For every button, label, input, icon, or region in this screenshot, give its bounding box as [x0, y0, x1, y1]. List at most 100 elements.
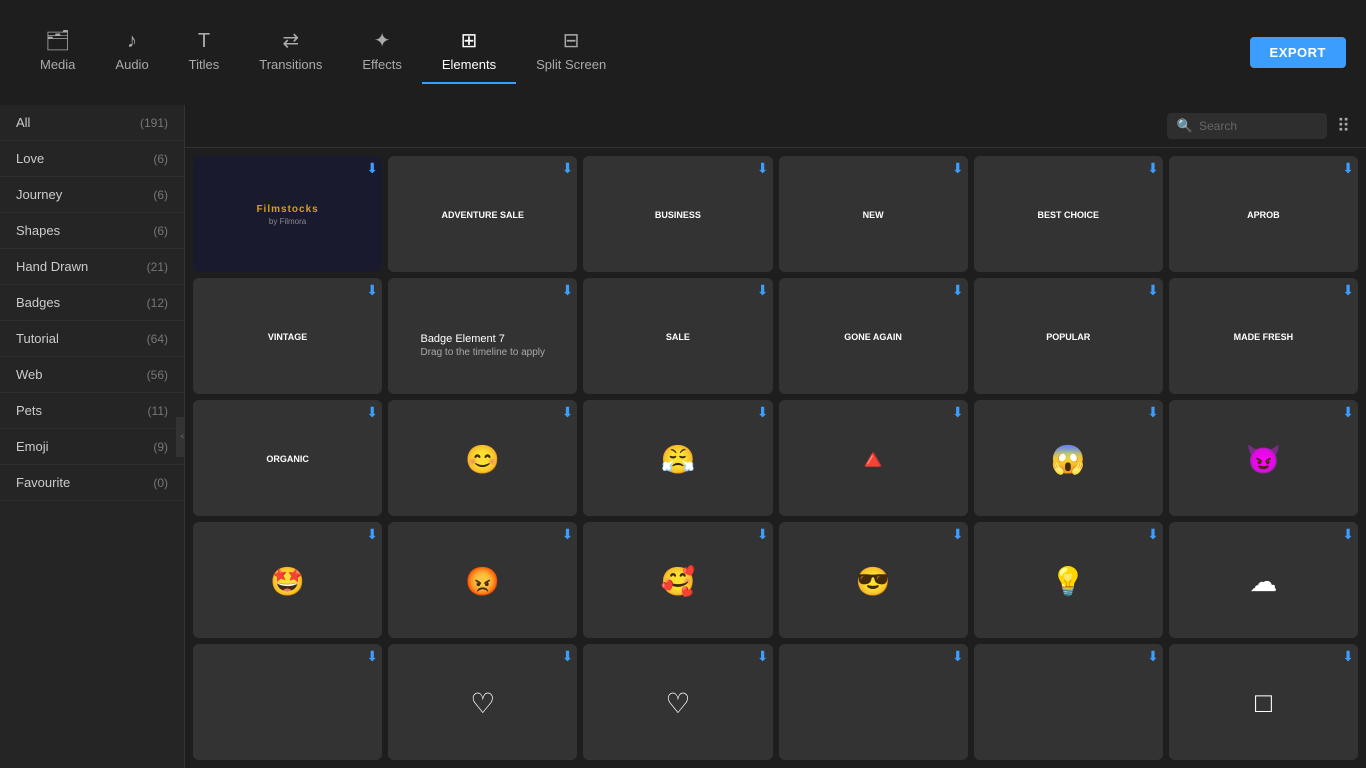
sidebar-item-count: (6) [153, 188, 168, 202]
grid-item-3[interactable]: BUSINESS ⬇ Badge Element 2 [583, 156, 772, 272]
badge-text: ORGANIC [262, 450, 313, 468]
grid-item-7[interactable]: VINTAGE ⬇ Badge Element 6 [193, 278, 382, 394]
thumbnail: 😡 ⬇ [388, 522, 577, 638]
nav-tab-transitions[interactable]: ⇄ Transitions [239, 21, 342, 84]
grid-item-29[interactable]: ⬇ Element...ddrawn 7 [974, 644, 1163, 760]
export-button[interactable]: EXPORT [1250, 37, 1346, 68]
sidebar-item-love[interactable]: Love (6) [0, 141, 184, 177]
grid-item-24[interactable]: ☁ ⬇ Element...ddrawn 2 [1169, 522, 1358, 638]
download-icon: ⬇ [366, 404, 378, 421]
download-icon: ⬇ [562, 160, 574, 177]
grid-item-27[interactable]: ♡ ⬇ Element...ddrawn 5 [583, 644, 772, 760]
search-icon: 🔍 [1177, 118, 1193, 134]
nav-tabs: 🗂 Media ♪ Audio T Titles ⇄ Transitions ✦… [20, 21, 626, 84]
titles-icon: T [198, 31, 210, 51]
transitions-icon: ⇄ [282, 31, 299, 51]
download-icon: ⬇ [562, 282, 574, 299]
thumbnail: Premium ⬇ Badge Element 7 Drag to the ti… [388, 278, 577, 394]
sidebar-item-count: (11) [148, 404, 168, 418]
download-icon: ⬇ [1342, 648, 1354, 665]
grid-item-4[interactable]: NEW ⬇ Badge Element 3 [779, 156, 968, 272]
nav-tab-splitscreen[interactable]: ⊟ Split Screen [516, 21, 626, 84]
grid-item-30[interactable]: □ ⬇ Element...ddrawn 8 [1169, 644, 1358, 760]
grid-item-5[interactable]: Best Choice ⬇ Badge Element 4 [974, 156, 1163, 272]
grid-item-12[interactable]: MADE FRESH ⬇ Badge Element 11 [1169, 278, 1358, 394]
grid-item-18[interactable]: 😈 ⬇ Element Emoji 5 [1169, 400, 1358, 516]
sidebar-item-favourite[interactable]: Favourite (0) [0, 465, 184, 501]
nav-tab-media[interactable]: 🗂 Media [20, 21, 95, 84]
nav-tab-effects[interactable]: ✦ Effects [342, 21, 422, 84]
grid-item-26[interactable]: ♡ ⬇ Element...ddrawn 4 [388, 644, 577, 760]
sidebar-item-count: (12) [147, 296, 168, 310]
download-icon: ⬇ [366, 648, 378, 665]
badge-text: VINTAGE [264, 328, 311, 346]
sidebar-collapse-handle[interactable]: ◁ [176, 417, 185, 457]
badge-text: NEW [859, 206, 888, 224]
grid-item-8[interactable]: Premium ⬇ Badge Element 7 Drag to the ti… [388, 278, 577, 394]
grid-item-21[interactable]: 🥰 ⬇ Element Emoji 8 [583, 522, 772, 638]
content-toolbar: 🔍 ⠿ [185, 105, 1366, 148]
grid-item-14[interactable]: 😊 ⬇ Element Emoji 1 [388, 400, 577, 516]
effects-icon: ✦ [374, 31, 391, 51]
sidebar-item-tutorial[interactable]: Tutorial (64) [0, 321, 184, 357]
download-icon: ⬇ [757, 404, 769, 421]
thumbnail: ORGANIC ⬇ [193, 400, 382, 516]
nav-tab-audio[interactable]: ♪ Audio [95, 21, 168, 84]
download-icon: ⬇ [757, 282, 769, 299]
badge-text: POPULAR [1042, 328, 1094, 346]
thumbnail: ☁ ⬇ [1169, 522, 1358, 638]
sidebar-item-all[interactable]: All (191) [0, 105, 184, 141]
sidebar-item-emoji[interactable]: Emoji (9) [0, 429, 184, 465]
grid-item-10[interactable]: Gone Again ⬇ Badge Element 9 [779, 278, 968, 394]
thumbnail: 🥰 ⬇ [583, 522, 772, 638]
grid-item-13[interactable]: ORGANIC ⬇ Badge Element 12 [193, 400, 382, 516]
grid-item-6[interactable]: APROB ⬇ Badge Element 5 [1169, 156, 1358, 272]
emoji-icon: 😤 [660, 443, 695, 476]
grid-item-25[interactable]: ⬇ Element...ddrawn 3 [193, 644, 382, 760]
grid-item-22[interactable]: 😎 ⬇ Element Emoji 9 [779, 522, 968, 638]
download-icon: ⬇ [366, 160, 378, 177]
elements-icon: ⊞ [461, 31, 478, 51]
grid-item-2[interactable]: ADVENTURE SALE ⬇ Badge Element 1 [388, 156, 577, 272]
grid-item-20[interactable]: 😡 ⬇ Element Emoji 7 [388, 522, 577, 638]
thumbnail: Gone Again ⬇ [779, 278, 968, 394]
sidebar-item-hand-drawn[interactable]: Hand Drawn (21) [0, 249, 184, 285]
thumbnail: 😊 ⬇ [388, 400, 577, 516]
badge-text: Premium [457, 328, 508, 346]
thumbnail: 😈 ⬇ [1169, 400, 1358, 516]
download-icon: ⬇ [1147, 526, 1159, 543]
grid-item-9[interactable]: SALE ⬇ Badge Element 8 [583, 278, 772, 394]
grid-item-11[interactable]: POPULAR ⬇ Badge Element 10 [974, 278, 1163, 394]
grid-item-1[interactable]: Filmstocks by Filmora ⬇ More Effects [193, 156, 382, 272]
download-icon: ⬇ [1342, 282, 1354, 299]
splitscreen-icon: ⊟ [563, 31, 580, 51]
sidebar-item-label: Tutorial [16, 331, 59, 346]
emoji-icon: 😈 [1246, 443, 1281, 476]
sidebar-item-web[interactable]: Web (56) [0, 357, 184, 393]
grid-item-16[interactable]: 🔺 ⬇ Element Emoji 3 [779, 400, 968, 516]
download-icon: ⬇ [757, 648, 769, 665]
thumbnail: SALE ⬇ [583, 278, 772, 394]
search-input[interactable] [1199, 119, 1317, 133]
grid-item-28[interactable]: ⬇ Element...ddrawn 6 [779, 644, 968, 760]
sidebar-item-label: Favourite [16, 475, 70, 490]
badge-text: SALE [662, 328, 694, 346]
sidebar-item-label: Love [16, 151, 44, 166]
emoji-icon: 💡 [1051, 565, 1086, 598]
sidebar-item-shapes[interactable]: Shapes (6) [0, 213, 184, 249]
sidebar-item-journey[interactable]: Journey (6) [0, 177, 184, 213]
sidebar-item-pets[interactable]: Pets (11) [0, 393, 184, 429]
sidebar-item-badges[interactable]: Badges (12) [0, 285, 184, 321]
nav-tab-elements[interactable]: ⊞ Elements [422, 21, 516, 84]
grid-item-17[interactable]: 😱 ⬇ Element Emoji 4 [974, 400, 1163, 516]
grid-item-15[interactable]: 😤 ⬇ Element Emoji 2 [583, 400, 772, 516]
emoji-icon: 😡 [465, 565, 500, 598]
grid-item-19[interactable]: 🤩 ⬇ Element Emoji 6 [193, 522, 382, 638]
download-icon: ⬇ [952, 282, 964, 299]
splitscreen-label: Split Screen [536, 57, 606, 72]
nav-tab-titles[interactable]: T Titles [169, 21, 240, 84]
sidebar-item-count: (56) [147, 368, 168, 382]
grid-toggle-button[interactable]: ⠿ [1337, 116, 1350, 137]
thumbnail: 🤩 ⬇ [193, 522, 382, 638]
grid-item-23[interactable]: 💡 ⬇ Element...nddrawn 1 [974, 522, 1163, 638]
